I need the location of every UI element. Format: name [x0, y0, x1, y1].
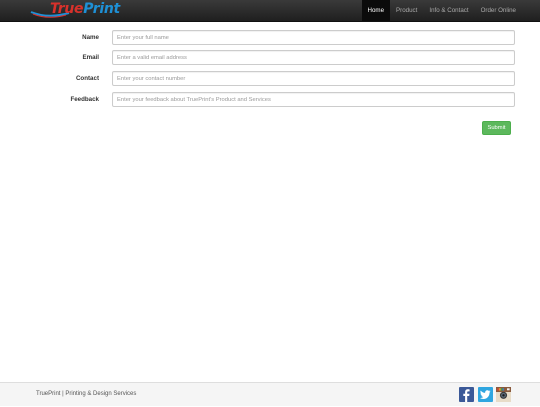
name-label: Name	[82, 34, 99, 41]
nav-order-online[interactable]: Order Online	[475, 0, 522, 21]
contact-label: Contact	[75, 75, 99, 82]
form-row-feedback: Feedback	[0, 92, 540, 107]
instagram-icon[interactable]	[496, 387, 511, 402]
main-nav: Home Product Info & Contact Order Online	[361, 0, 522, 21]
form-row-email: Email	[0, 50, 540, 65]
form-row-contact: Contact	[0, 71, 540, 86]
submit-button[interactable]: Submit	[482, 121, 511, 135]
brand-logo[interactable]: TruePrint	[30, 1, 125, 20]
facebook-icon[interactable]	[459, 387, 474, 402]
form-row-name: Name	[0, 30, 540, 45]
contact-input[interactable]	[112, 71, 515, 86]
feedback-input[interactable]	[112, 92, 515, 107]
nav-info-contact[interactable]: Info & Contact	[423, 0, 474, 21]
top-navbar: TruePrint Home Product Info & Contact Or…	[0, 0, 540, 22]
twitter-icon[interactable]	[478, 387, 493, 402]
nav-product[interactable]: Product	[390, 0, 423, 21]
footer: TruePrint | Printing & Design Services	[0, 382, 540, 406]
email-input[interactable]	[112, 50, 515, 65]
name-input[interactable]	[112, 30, 515, 45]
nav-home[interactable]: Home	[361, 0, 391, 21]
footer-text: TruePrint | Printing & Design Services	[36, 391, 137, 397]
email-label: Email	[82, 54, 99, 61]
brand-name: TruePrint	[50, 1, 120, 17]
feedback-label: Feedback	[70, 96, 99, 103]
